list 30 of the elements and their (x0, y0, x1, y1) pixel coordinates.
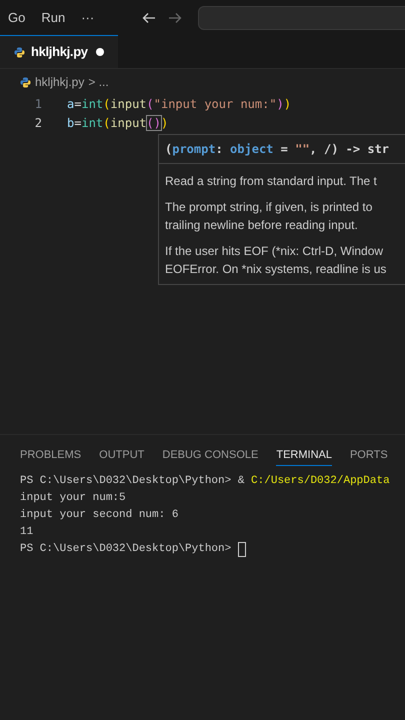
doc-paragraph: Read a string from standard input. The t (165, 173, 378, 190)
python-file-icon (20, 76, 31, 88)
line-number: 2 (34, 114, 42, 132)
panel-tab[interactable]: DEBUG CONSOLE (162, 445, 258, 466)
terminal-line: input your num:5 (20, 491, 126, 506)
editor-tab[interactable]: hkljhkj.py (0, 35, 118, 68)
line-number: 1 (34, 96, 42, 112)
code-line: b=int(input()) (67, 114, 168, 132)
panel-tab[interactable]: TERMINAL (276, 445, 332, 466)
panel-tab[interactable]: PORTS (350, 445, 388, 466)
breadcrumb-file[interactable]: hkljhkj.py (35, 73, 84, 91)
search-field[interactable] (198, 6, 405, 30)
tab-label: hkljhkj.py (31, 43, 88, 62)
terminal-line: 11 (20, 525, 34, 540)
menu-item[interactable]: Run (41, 8, 66, 28)
doc-paragraph: If the user hits EOF (*nix: Ctrl-D, Window EOFError. On *nix systems, readline is us (165, 243, 388, 278)
code-line: a=int(input("input your num:")) (67, 96, 292, 112)
doc-paragraph: The prompt string, if given, is printed to trailing newline before reading input. (165, 199, 374, 234)
menu-item[interactable]: Go (8, 8, 26, 28)
menu-item[interactable]: ··· (81, 8, 94, 28)
terminal-line: input your second num: 6 (20, 508, 178, 524)
function-signature: (prompt: object = "", /) -> str (159, 135, 405, 164)
panel-tab[interactable]: OUTPUT (99, 445, 144, 466)
panel-tab[interactable]: PROBLEMS (20, 445, 82, 466)
terminal-line: PS C:\Users\D032\Desktop\Python> (20, 542, 232, 558)
terminal-line: PS C:\Users\D032\Desktop\Python> & C:/Users/D032/AppData (20, 474, 390, 490)
breadcrumb-more[interactable]: > ... (88, 73, 109, 91)
forward-arrow-icon[interactable] (168, 12, 182, 24)
back-arrow-icon[interactable] (142, 12, 156, 24)
python-file-icon (14, 46, 25, 58)
